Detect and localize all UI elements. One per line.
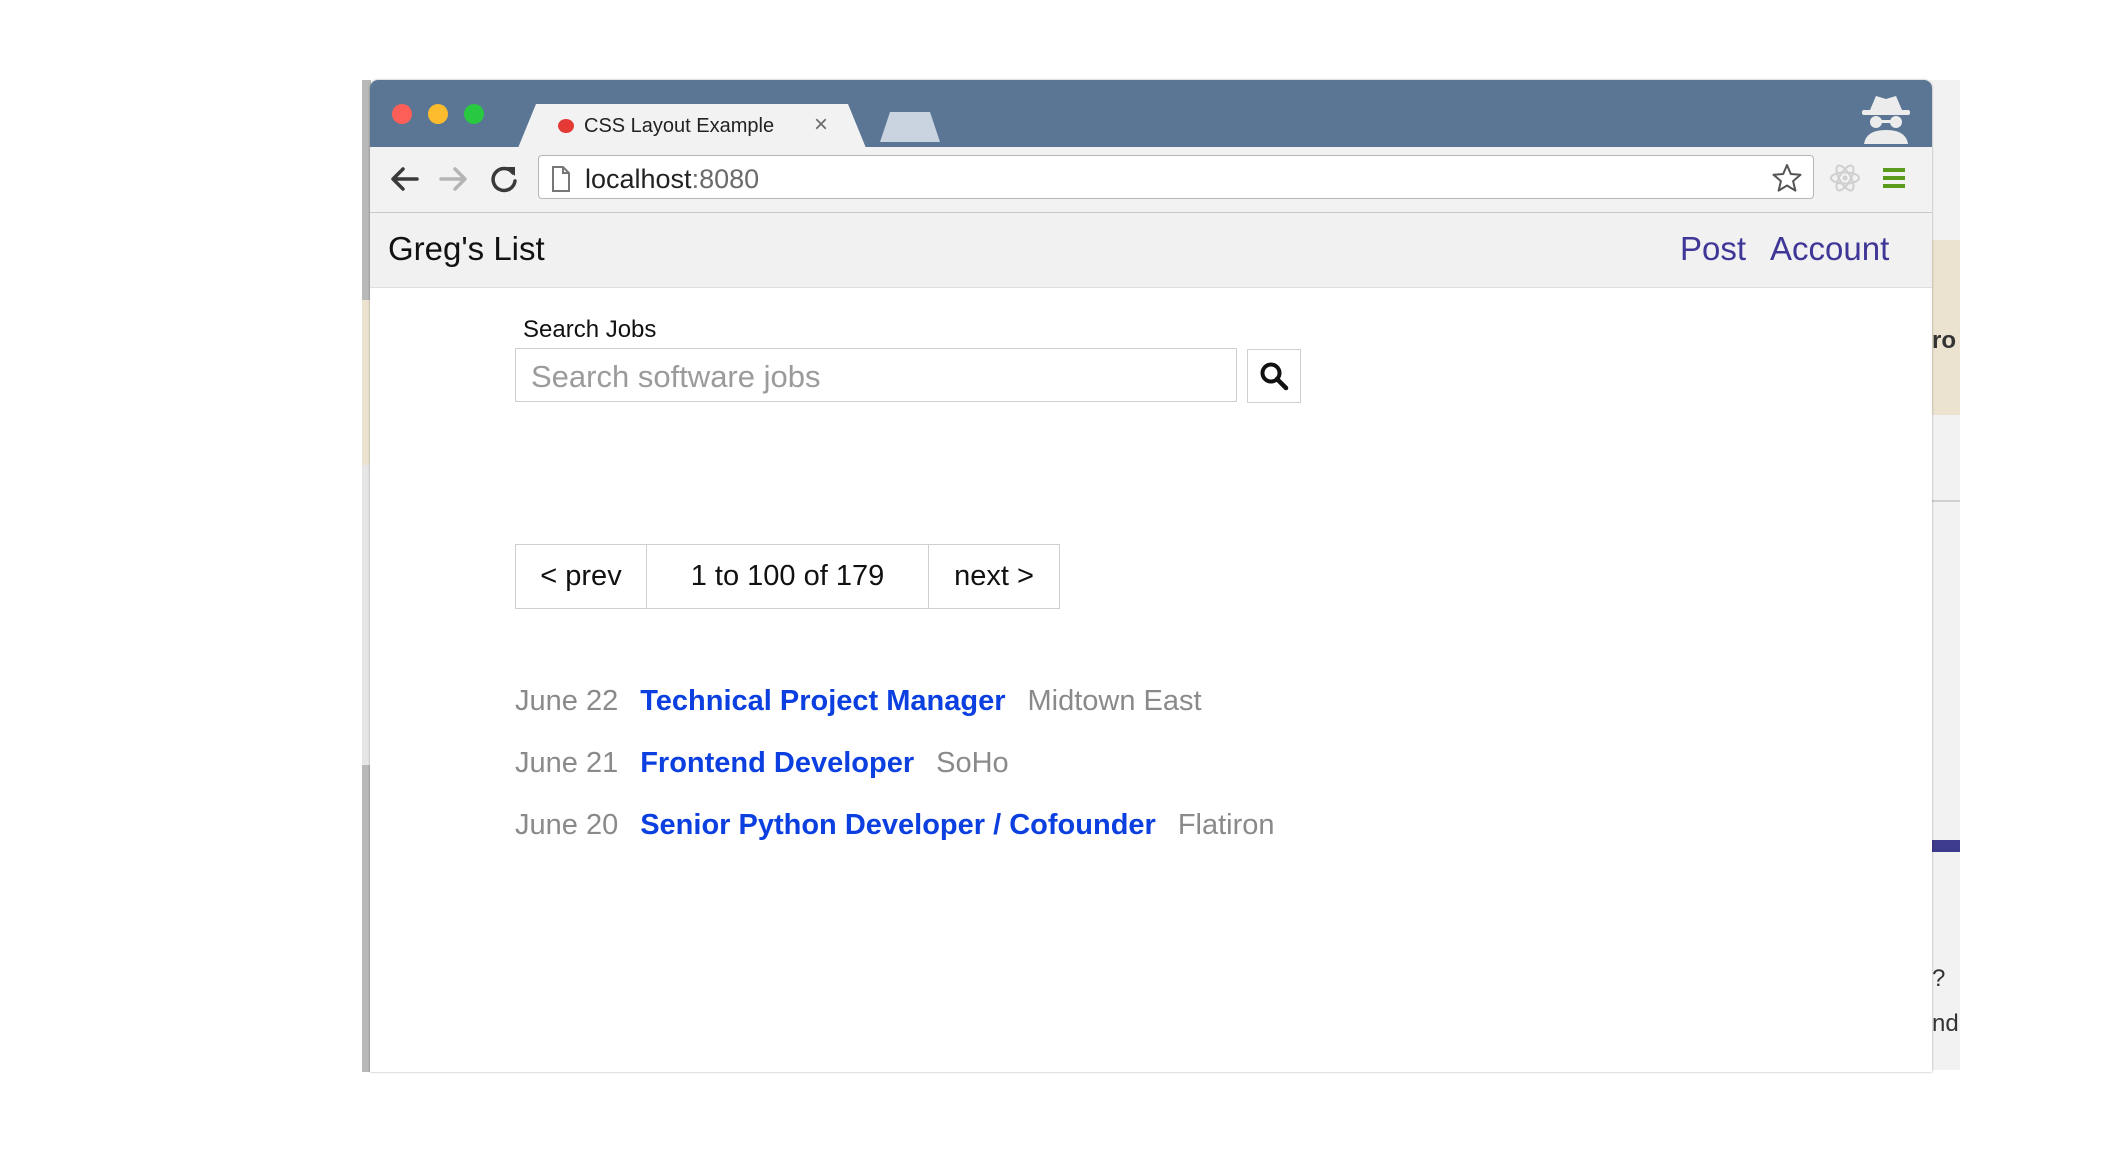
forward-arrow-icon [439,167,467,191]
job-title-link[interactable]: Technical Project Manager [640,685,1005,717]
menu-icon[interactable] [1882,166,1906,190]
job-listing: June 21 Frontend Developer SoHo [515,747,1009,787]
close-window-button[interactable] [392,104,412,124]
job-listing: June 20 Senior Python Developer / Cofound… [515,809,1275,849]
page-range: 1 to 100 of 179 [647,545,929,608]
back-arrow-icon [391,167,419,191]
job-date: June 22 [515,685,619,717]
search-button[interactable] [1247,349,1301,403]
back-button[interactable] [384,159,424,199]
next-page-button[interactable]: next > [929,545,1059,608]
job-date: June 20 [515,809,619,841]
browser-toolbar: localhost:8080 [370,147,1932,214]
background-window-text: nd [1932,1010,1959,1037]
job-location: Flatiron [1177,809,1275,841]
job-title-link[interactable]: Frontend Developer [640,747,914,779]
forward-button[interactable] [434,159,474,199]
page-icon [552,166,570,192]
browser-window: CSS Layout Example × localhost:8080 Greg… [370,80,1932,1072]
address-bar[interactable]: localhost:8080 [538,155,1814,199]
browser-tab[interactable]: CSS Layout Example × [518,104,866,148]
new-tab-button[interactable] [880,112,940,142]
page-viewport: Greg's List Post Account Search Jobs Sea… [370,213,1932,1072]
bookmark-star-icon[interactable] [1771,162,1803,194]
job-location: Midtown East [1027,685,1202,717]
pagination: < prev 1 to 100 of 179 next > [515,544,1060,609]
prev-page-button[interactable]: < prev [516,545,647,608]
incognito-icon [1862,96,1910,144]
tab-close-icon[interactable]: × [814,111,828,139]
url-text: localhost:8080 [585,164,760,194]
minimize-window-button[interactable] [428,104,448,124]
job-date: June 21 [515,747,619,779]
job-title-link[interactable]: Senior Python Developer / Cofounder [640,809,1156,841]
site-title[interactable]: Greg's List [388,230,545,268]
background-window-divider [1930,500,1960,502]
reload-button[interactable] [484,159,524,199]
job-location: SoHo [936,747,1009,779]
search-icon [1260,362,1289,391]
maximize-window-button[interactable] [464,104,484,124]
search-input[interactable]: Search software jobs [515,348,1237,402]
search-label: Search Jobs [523,316,657,343]
site-header: Greg's List Post Account [370,213,1932,288]
background-window: ro ? nd [1930,80,1960,1070]
title-bar: CSS Layout Example × [370,80,1932,147]
job-listing: June 22 Technical Project Manager Midtown … [515,685,1202,725]
tab-favicon-icon [558,119,574,133]
help-icon: ? [1932,965,1946,992]
react-devtools-icon[interactable] [1828,161,1862,195]
tab-title: CSS Layout Example [584,115,775,137]
reload-icon [491,166,517,193]
search-placeholder: Search software jobs [531,359,821,394]
background-window-accent-bar [1930,840,1960,852]
account-link[interactable]: Account [1770,230,1889,268]
background-window-text: ro [1932,327,1956,354]
post-link[interactable]: Post [1680,230,1746,268]
